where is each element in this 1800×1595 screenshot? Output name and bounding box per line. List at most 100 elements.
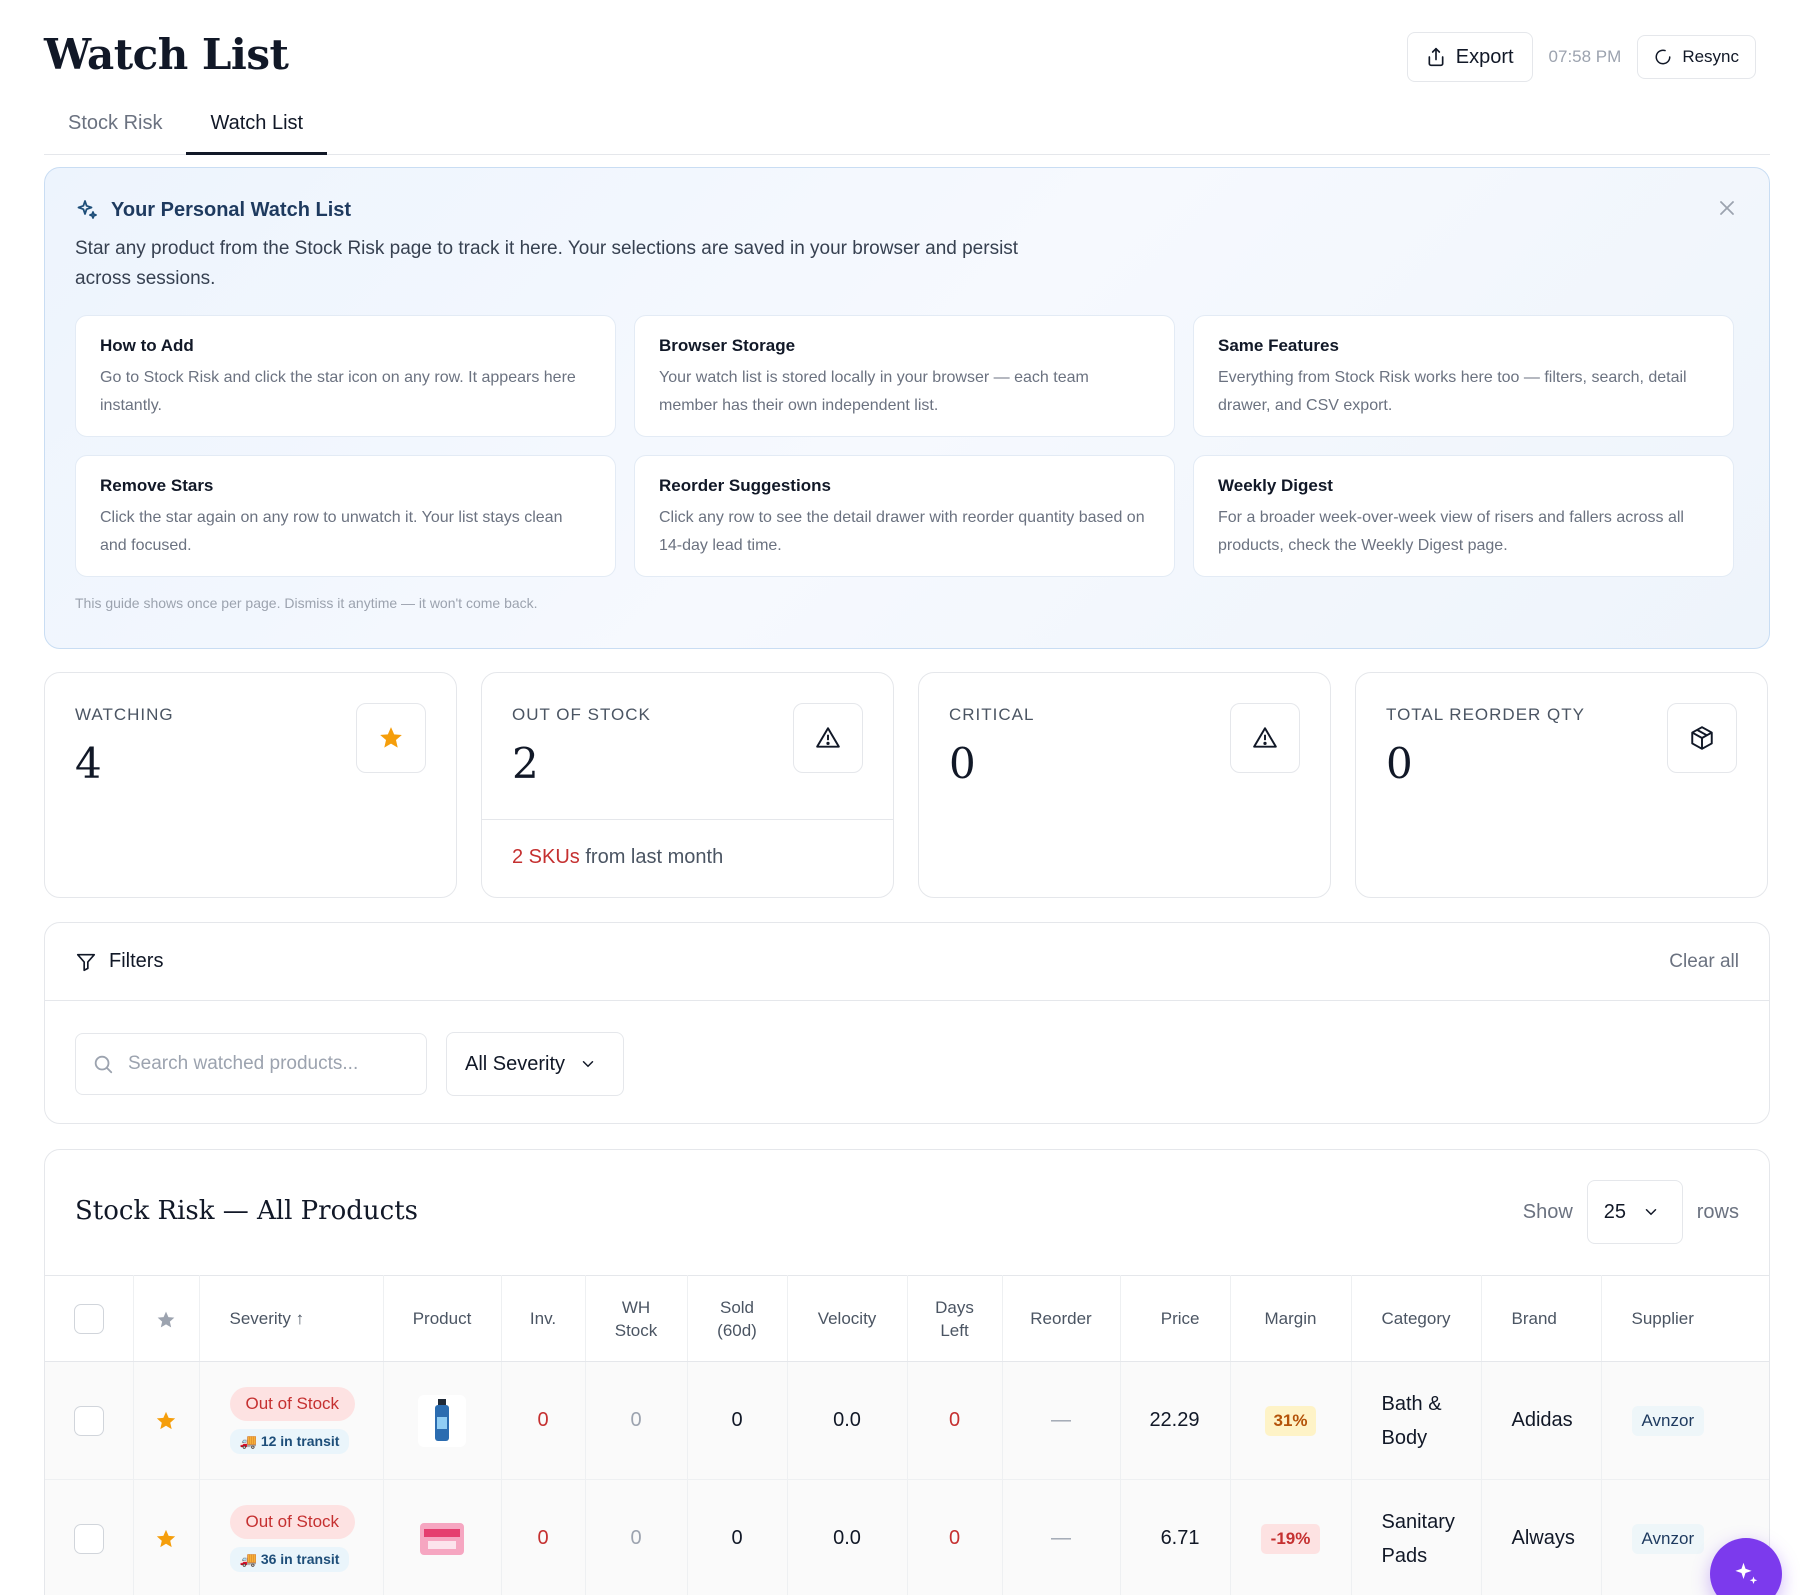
- stock-risk-table: Severity ↑ Product Inv. WH Stock Sold (60d…: [45, 1275, 1769, 1595]
- stat-card-watching: WATCHING 4: [44, 672, 457, 898]
- severity-badge: Out of Stock: [229, 1505, 356, 1539]
- product-package-icon: [420, 1522, 464, 1555]
- column-header-price[interactable]: Price: [1120, 1275, 1231, 1362]
- alert-triangle-icon: [793, 703, 863, 773]
- column-header-brand[interactable]: Brand: [1481, 1275, 1602, 1362]
- watch-column-header: [133, 1275, 200, 1362]
- star-icon: [157, 1311, 175, 1327]
- watch-star-cell: [133, 1361, 200, 1480]
- close-icon[interactable]: [1715, 196, 1739, 220]
- watch-star-cell: [133, 1479, 200, 1595]
- table-row[interactable]: Out of Stock 🚚 36 in transit 0 0 0 0.0 0…: [45, 1479, 1769, 1595]
- column-header-wh-stock[interactable]: WH Stock: [585, 1275, 688, 1362]
- days-left-cell: 0: [907, 1479, 1003, 1595]
- chevron-down-icon: [1645, 1209, 1657, 1216]
- guide-title: Your Personal Watch List: [75, 198, 351, 222]
- tab-bar: Stock Risk Watch List: [44, 100, 1770, 155]
- clear-all-button[interactable]: Clear all: [1669, 951, 1739, 973]
- column-header-category[interactable]: Category: [1351, 1275, 1482, 1362]
- velocity-cell: 0.0: [787, 1479, 908, 1595]
- severity-badge: Out of Stock: [229, 1387, 356, 1421]
- margin-badge: -19%: [1260, 1523, 1321, 1554]
- price-cell: 6.71: [1120, 1479, 1231, 1595]
- guide-card-reorder-suggestions: Reorder Suggestions Click any row to see…: [634, 455, 1175, 577]
- severity-cell: Out of Stock 🚚 36 in transit: [199, 1479, 384, 1595]
- row-checkbox-cell: [45, 1361, 134, 1480]
- sparkle-icon: [77, 200, 97, 219]
- stat-cards: WATCHING 4 OUT OF STOCK 2 2 SKUs from la…: [44, 672, 1770, 898]
- reorder-cell: —: [1002, 1479, 1121, 1595]
- supplier-badge: Avnzor: [1631, 1523, 1705, 1554]
- search-box[interactable]: [75, 1033, 427, 1095]
- column-header-velocity[interactable]: Velocity: [787, 1275, 908, 1362]
- stock-risk-table-card: Stock Risk — All Products Show 25 rows S…: [44, 1149, 1770, 1595]
- margin-badge: 31%: [1265, 1405, 1316, 1436]
- header-actions: Export 07:58 PM Resync: [1406, 32, 1756, 82]
- filters-title: Filters: [75, 950, 163, 973]
- column-header-product[interactable]: Product: [383, 1275, 502, 1362]
- guide-description: Star any product from the Stock Risk pag…: [75, 238, 1019, 289]
- inventory-cell: 0: [501, 1361, 586, 1480]
- star-icon[interactable]: [155, 1528, 177, 1550]
- tab-stock-risk[interactable]: Stock Risk: [44, 100, 186, 155]
- wh-stock-cell: 0: [585, 1361, 688, 1480]
- product-image-cell: [383, 1479, 502, 1595]
- row-checkbox[interactable]: [73, 1405, 104, 1436]
- star-icon: [356, 703, 426, 773]
- column-header-reorder[interactable]: Reorder: [1002, 1275, 1121, 1362]
- watch-list-guide: Your Personal Watch List Star any produc…: [44, 167, 1770, 649]
- days-left-cell: 0: [907, 1361, 1003, 1480]
- brand-cell: Adidas: [1481, 1361, 1602, 1480]
- column-header-margin[interactable]: Margin: [1230, 1275, 1352, 1362]
- search-input[interactable]: [128, 1053, 408, 1075]
- table-row[interactable]: Out of Stock 🚚 12 in transit 0 0 0 0.0 0: [45, 1361, 1769, 1480]
- column-header-inv[interactable]: Inv.: [501, 1275, 586, 1362]
- in-transit-badge: 🚚 36 in transit: [229, 1547, 350, 1572]
- share-icon: [1428, 47, 1444, 67]
- product-bottle-icon: [418, 1394, 466, 1447]
- brand-cell: Always: [1481, 1479, 1602, 1595]
- stat-card-total-reorder-qty: TOTAL REORDER QTY 0: [1355, 672, 1768, 898]
- column-header-days-left[interactable]: Days Left: [907, 1275, 1003, 1362]
- reorder-cell: —: [1002, 1361, 1121, 1480]
- severity-select[interactable]: All Severity: [446, 1032, 624, 1096]
- filters-header: Filters Clear all: [45, 923, 1769, 1001]
- star-icon[interactable]: [155, 1410, 177, 1432]
- guide-cards: How to Add Go to Stock Risk and click th…: [75, 315, 1765, 577]
- margin-cell: 31%: [1230, 1361, 1352, 1480]
- filters-panel: Filters Clear all All Severity: [44, 922, 1770, 1124]
- guide-card-browser-storage: Browser Storage Your watch list is store…: [634, 315, 1175, 437]
- stat-card-out-of-stock: OUT OF STOCK 2 2 SKUs from last month: [481, 672, 894, 898]
- guide-card-how-to-add: How to Add Go to Stock Risk and click th…: [75, 315, 616, 437]
- resync-label: Resync: [1682, 47, 1739, 66]
- row-checkbox-cell: [45, 1479, 134, 1595]
- wh-stock-cell: 0: [585, 1479, 688, 1595]
- column-header-supplier[interactable]: Supplier: [1601, 1275, 1769, 1362]
- chevron-down-icon: [582, 1061, 594, 1068]
- sold-cell: 0: [687, 1479, 788, 1595]
- velocity-cell: 0.0: [787, 1361, 908, 1480]
- export-button[interactable]: Export: [1406, 32, 1533, 82]
- row-checkbox[interactable]: [73, 1523, 104, 1554]
- rows-per-page-select[interactable]: 25: [1586, 1180, 1683, 1244]
- ai-assistant-button[interactable]: [1710, 1538, 1782, 1595]
- supplier-badge: Avnzor: [1631, 1405, 1705, 1436]
- package-icon: [1667, 703, 1737, 773]
- column-header-severity[interactable]: Severity ↑: [199, 1275, 384, 1362]
- in-transit-badge: 🚚 12 in transit: [229, 1429, 350, 1454]
- product-image-cell: [383, 1361, 502, 1480]
- severity-cell: Out of Stock 🚚 12 in transit: [199, 1361, 384, 1480]
- table-title: Stock Risk — All Products: [75, 1196, 419, 1226]
- select-all-checkbox-cell: [45, 1275, 134, 1362]
- price-cell: 22.29: [1120, 1361, 1231, 1480]
- sold-cell: 0: [687, 1361, 788, 1480]
- guide-footer-note: This guide shows once per page. Dismiss …: [75, 595, 538, 611]
- tab-watch-list[interactable]: Watch List: [186, 100, 328, 155]
- page-title: Watch List: [44, 30, 289, 79]
- column-header-sold[interactable]: Sold (60d): [687, 1275, 788, 1362]
- resync-button[interactable]: Resync: [1637, 35, 1756, 79]
- refresh-icon: [1655, 49, 1671, 65]
- select-all-checkbox[interactable]: [73, 1303, 104, 1334]
- search-icon: [94, 1055, 113, 1074]
- stat-card-critical: CRITICAL 0: [918, 672, 1331, 898]
